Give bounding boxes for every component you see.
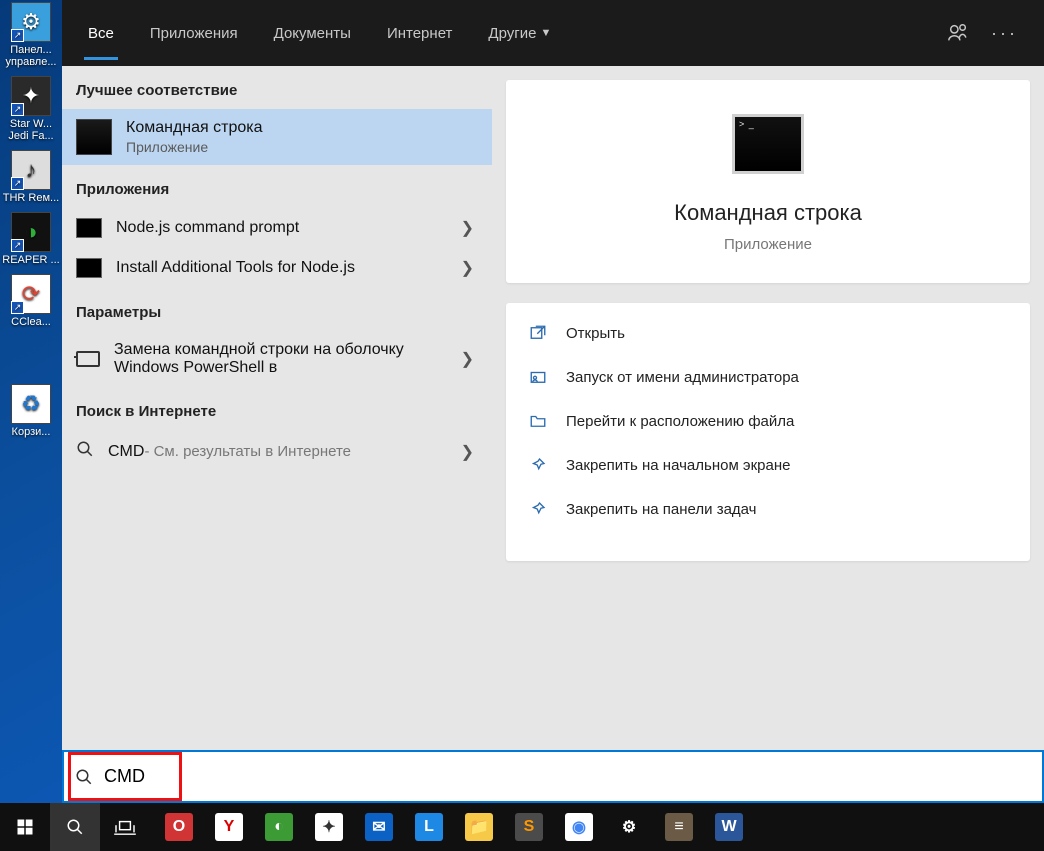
best-match-title: Командная строка [126, 119, 263, 137]
open-icon [528, 323, 548, 343]
desktop-icon[interactable]: ◑↗REAPER ... [0, 210, 62, 272]
taskbar-app-punto[interactable]: ✦ [306, 803, 352, 851]
preview-column: Командная строка Приложение Открыть Запу… [492, 66, 1044, 750]
search-tabs: Все Приложения Документы Интернет Другие… [62, 0, 1044, 66]
more-options-icon[interactable]: ··· [991, 23, 1018, 44]
action-open[interactable]: Открыть [506, 311, 1030, 355]
chevron-down-icon: ▼ [540, 27, 551, 39]
taskbar-app-settings[interactable]: ⚙ [606, 803, 652, 851]
feedback-icon[interactable] [947, 22, 969, 44]
taskbar-app-word[interactable]: W [706, 803, 752, 851]
cmd-icon [76, 119, 112, 155]
taskbar-app-opera[interactable]: O [156, 803, 202, 851]
taskbar-search-button[interactable] [50, 803, 100, 851]
desktop-icon-recycle[interactable]: ♻Корзи... [0, 382, 62, 444]
tab-apps[interactable]: Приложения [132, 0, 256, 66]
results-column: Лучшее соответствие Командная строка При… [62, 66, 492, 750]
tab-more[interactable]: Другие▼ [470, 0, 569, 66]
settings-result-row[interactable]: Замена командной строки на оболочку Wind… [62, 331, 492, 387]
taskbar-app-yandex[interactable]: Y [206, 803, 252, 851]
search-icon [76, 440, 94, 463]
action-pin-taskbar[interactable]: Закрепить на панели задач [506, 487, 1030, 531]
action-open-location[interactable]: Перейти к расположению файла [506, 399, 1030, 443]
tab-docs[interactable]: Документы [256, 0, 369, 66]
preview-title: Командная строка [526, 200, 1010, 226]
search-content: Лучшее соответствие Командная строка При… [62, 66, 1044, 750]
chevron-right-icon[interactable]: ❯ [457, 218, 478, 238]
preview-subtitle: Приложение [526, 236, 1010, 253]
search-input[interactable] [104, 752, 1042, 801]
preview-actions: Открыть Запуск от имени администратора П… [506, 303, 1030, 561]
desktop-icon[interactable]: ♪↗THR Rем... [0, 148, 62, 210]
tab-web[interactable]: Интернет [369, 0, 470, 66]
admin-icon [528, 367, 548, 387]
section-best-match: Лучшее соответствие [62, 66, 492, 109]
pin-taskbar-icon [528, 499, 548, 519]
app-result-row[interactable]: Node.js command prompt ❯ [62, 208, 492, 248]
taskbar-app-L[interactable]: L [406, 803, 452, 851]
cmd-large-icon [732, 114, 804, 174]
preview-card: Командная строка Приложение [506, 80, 1030, 283]
section-web: Поиск в Интернете [62, 387, 492, 430]
taskbar-app-studio[interactable]: ≡ [656, 803, 702, 851]
start-button[interactable] [0, 803, 50, 851]
cmd-icon [76, 258, 102, 278]
taskbar-app-chrome[interactable]: ◉ [556, 803, 602, 851]
taskbar: OY◐✦✉L📁S◉⚙≡W [0, 803, 1044, 851]
search-flyout: Все Приложения Документы Интернет Другие… [62, 0, 1044, 803]
taskbar-app-tor[interactable]: ◐ [256, 803, 302, 851]
pin-start-icon [528, 455, 548, 475]
action-pin-start[interactable]: Закрепить на начальном экране [506, 443, 1030, 487]
search-input-bar[interactable] [62, 750, 1044, 803]
desktop-icon[interactable]: ⚙↗Панел... управле... [0, 0, 62, 74]
chevron-right-icon[interactable]: ❯ [457, 349, 478, 369]
chevron-right-icon[interactable]: ❯ [457, 442, 478, 462]
cmd-icon [76, 218, 102, 238]
app-result-row[interactable]: Install Additional Tools for Node.js ❯ [62, 248, 492, 288]
folder-icon [528, 411, 548, 431]
task-view-button[interactable] [100, 803, 150, 851]
taskbar-apps: OY◐✦✉L📁S◉⚙≡W [156, 803, 752, 851]
web-result-row[interactable]: CMD - См. результаты в Интернете ❯ [62, 430, 492, 473]
settings-icon [76, 351, 100, 367]
desktop: ⚙↗Панел... управле... ✦↗Star W... Jedi F… [0, 0, 1044, 851]
taskbar-app-mail[interactable]: ✉ [356, 803, 402, 851]
section-apps: Приложения [62, 165, 492, 208]
action-run-as-admin[interactable]: Запуск от имени администратора [506, 355, 1030, 399]
tab-all[interactable]: Все [70, 0, 132, 66]
taskbar-app-explorer[interactable]: 📁 [456, 803, 502, 851]
best-match-row[interactable]: Командная строка Приложение [62, 109, 492, 165]
section-settings: Параметры [62, 288, 492, 331]
search-icon [64, 768, 104, 786]
desktop-icon[interactable]: ✦↗Star W... Jedi Fa... [0, 74, 62, 148]
best-match-subtitle: Приложение [126, 139, 263, 155]
taskbar-app-sublime[interactable]: S [506, 803, 552, 851]
desktop-icons-column: ⚙↗Панел... управле... ✦↗Star W... Jedi F… [0, 0, 62, 444]
chevron-right-icon[interactable]: ❯ [457, 258, 478, 278]
desktop-icon[interactable]: ⟳↗CClea... [0, 272, 62, 334]
